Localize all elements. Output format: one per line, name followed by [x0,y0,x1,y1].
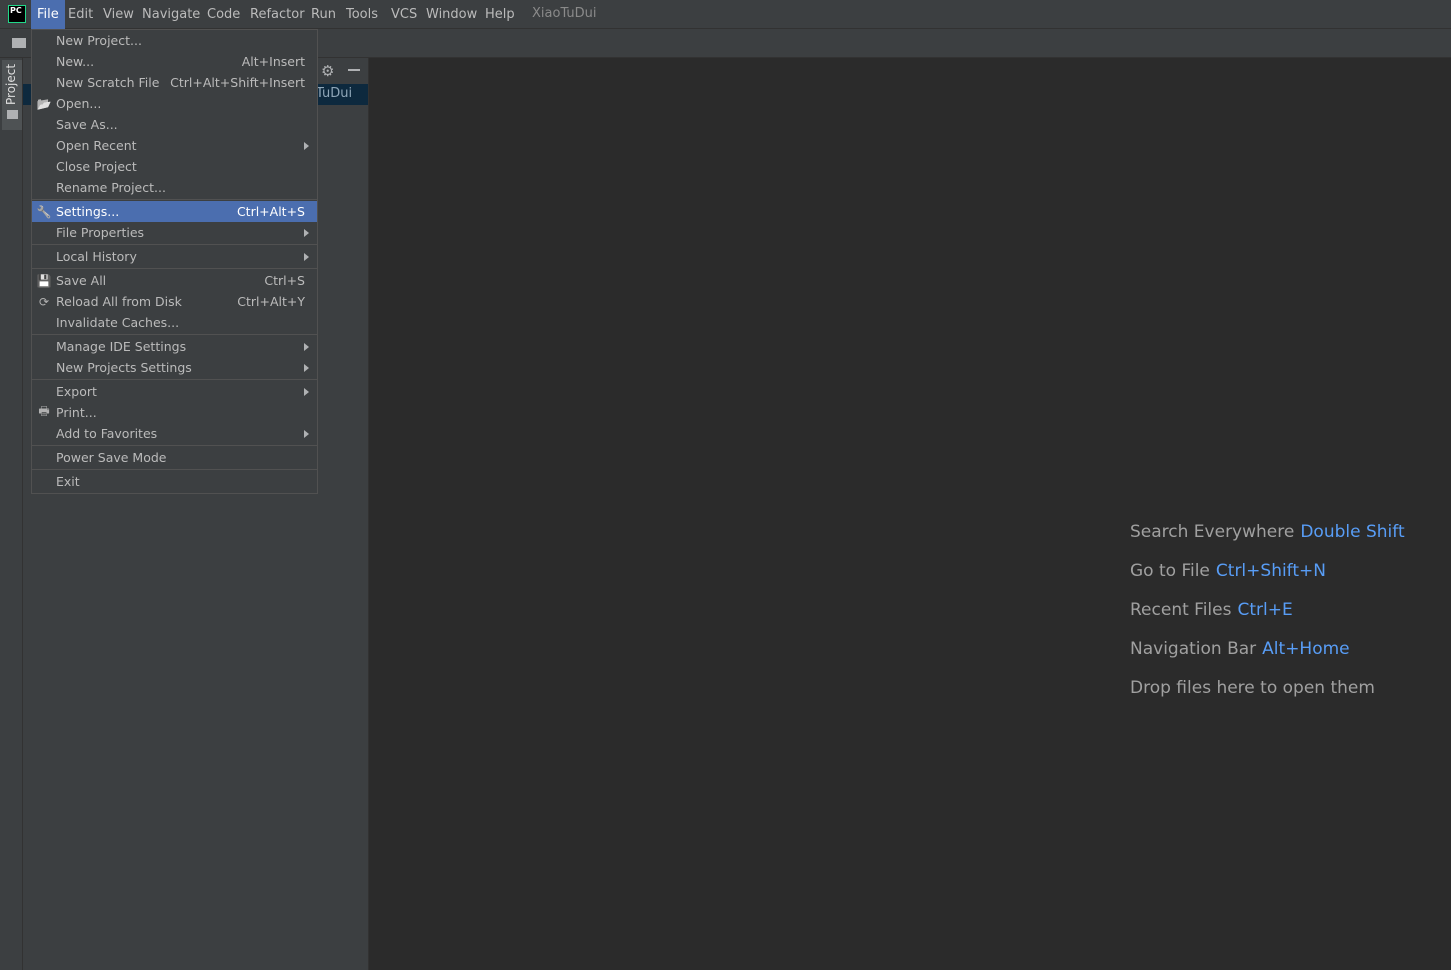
reload-icon: ⟳ [38,294,50,309]
menu-item-label: Save All [56,273,107,288]
menu-vcs[interactable]: VCS [385,0,423,29]
hide-panel-icon[interactable] [348,69,360,71]
project-tree-node[interactable]: TuDui [316,86,352,101]
menu-item-invalidate-caches[interactable]: Invalidate Caches... [32,312,317,333]
menu-item-label: Power Save Mode [56,450,167,465]
menu-item-label: New Project... [56,33,142,48]
submenu-arrow-icon [304,342,309,351]
hint-text: Search Everywhere [1130,522,1295,542]
menu-item-shortcut: Alt+Insert [241,54,305,69]
menu-item-close-project[interactable]: Close Project [32,156,317,177]
menu-item-label: Invalidate Caches... [56,315,180,330]
menu-item-add-to-favorites[interactable]: Add to Favorites [32,423,317,444]
menu-item-label: Settings... [56,204,120,219]
menu-item-save-as[interactable]: Save As... [32,114,317,135]
submenu-arrow-icon [304,387,309,396]
menu-item-label: New... [56,54,95,69]
editor-hint: Go to File Ctrl+Shift+N [1130,561,1405,600]
menu-item-label: Rename Project... [56,180,166,195]
hint-shortcut: Double Shift [1300,522,1405,542]
menu-tools[interactable]: Tools [340,0,384,29]
hint-shortcut: Alt+Home [1262,639,1350,659]
hint-text: Navigation Bar [1130,639,1257,659]
menu-item-label: Print... [56,405,97,420]
menu-item-label: File Properties [56,225,145,240]
menu-file[interactable]: File [31,0,65,29]
submenu-arrow-icon [304,252,309,261]
hint-text: Go to File [1130,561,1210,581]
hint-text: Drop files here to open them [1130,678,1375,698]
menu-item-label: Exit [56,474,80,489]
menu-item-export[interactable]: Export [32,381,317,402]
hint-shortcut: Ctrl+E [1237,600,1293,620]
menu-item-open-recent[interactable]: Open Recent [32,135,317,156]
menu-run[interactable]: Run [305,0,342,29]
menu-item-rename-project[interactable]: Rename Project... [32,177,317,198]
menu-item-label: Reload All from Disk [56,294,182,309]
menu-item-exit[interactable]: Exit [32,471,317,492]
menu-navigate[interactable]: Navigate [136,0,206,29]
menu-item-print[interactable]: 🖶 Print... [32,402,317,423]
editor-hint: Recent Files Ctrl+E [1130,600,1405,639]
print-icon: 🖶 [38,404,50,418]
menu-item-label: Close Project [56,159,137,174]
menu-item-reload-all-from-disk[interactable]: ⟳ Reload All from Disk Ctrl+Alt+Y [32,291,317,312]
editor-hint: Drop files here to open them [1130,678,1405,717]
menu-item-shortcut: Ctrl+S [264,273,305,288]
hint-text: Recent Files [1130,600,1232,620]
menu-help[interactable]: Help [479,0,521,29]
menu-item-new-projects-settings[interactable]: New Projects Settings [32,357,317,378]
menu-item-power-save-mode[interactable]: Power Save Mode [32,447,317,468]
menu-item-label: Add to Favorites [56,426,158,441]
project-tool-tab-label[interactable]: Project [4,64,18,105]
file-menu-dropdown: New Project... New... Alt+Insert New Scratc… [31,29,318,494]
menu-item-label: Open... [56,96,102,111]
menu-window[interactable]: Window [420,0,483,29]
menu-item-new-scratch-file[interactable]: New Scratch File Ctrl+Alt+Shift+Insert [32,72,317,93]
menu-code[interactable]: Code [201,0,246,29]
editor-empty-hints: Search Everywhere Double Shift Go to File C… [1130,522,1405,717]
folder-icon [7,110,18,119]
project-title: XiaoTuDui [532,6,597,21]
folder-icon[interactable] [12,38,26,48]
folder-open-icon: 📂 [36,96,52,111]
menu-item-new-project[interactable]: New Project... [32,30,317,51]
menu-view[interactable]: View [97,0,140,29]
submenu-arrow-icon [304,363,309,372]
menu-item-save-all[interactable]: 💾 Save All Ctrl+S [32,270,317,291]
menu-item-shortcut: Ctrl+Alt+Y [237,294,305,309]
tool-window-stripe [0,58,23,970]
editor-hint: Navigation Bar Alt+Home [1130,639,1405,678]
submenu-arrow-icon [304,429,309,438]
menu-item-local-history[interactable]: Local History [32,246,317,267]
save-icon: 💾 [36,273,52,288]
menu-item-label: New Projects Settings [56,360,192,375]
menu-item-label: Export [56,384,97,399]
menu-item-label: New Scratch File [56,75,160,90]
menu-edit[interactable]: Edit [62,0,99,29]
submenu-arrow-icon [304,141,309,150]
menu-item-shortcut: Ctrl+Alt+Shift+Insert [170,75,305,90]
menu-refactor[interactable]: Refactor [244,0,311,29]
menu-item-manage-ide-settings[interactable]: Manage IDE Settings [32,336,317,357]
menu-item-label: Local History [56,249,137,264]
menu-item-settings[interactable]: 🔧 Settings... Ctrl+Alt+S [32,201,317,222]
menu-item-label: Open Recent [56,138,137,153]
menu-item-new[interactable]: New... Alt+Insert [32,51,317,72]
editor-hint: Search Everywhere Double Shift [1130,522,1405,561]
gear-icon[interactable]: ⚙ [321,62,334,80]
menu-item-label: Manage IDE Settings [56,339,187,354]
menu-item-shortcut: Ctrl+Alt+S [236,204,305,219]
menu-item-open[interactable]: 📂 Open... [32,93,317,114]
submenu-arrow-icon [304,228,309,237]
menu-item-file-properties[interactable]: File Properties [32,222,317,243]
wrench-icon: 🔧 [36,204,52,219]
menu-item-label: Save As... [56,117,118,132]
hint-shortcut: Ctrl+Shift+N [1215,561,1326,581]
pycharm-logo-icon: PC [8,5,26,23]
